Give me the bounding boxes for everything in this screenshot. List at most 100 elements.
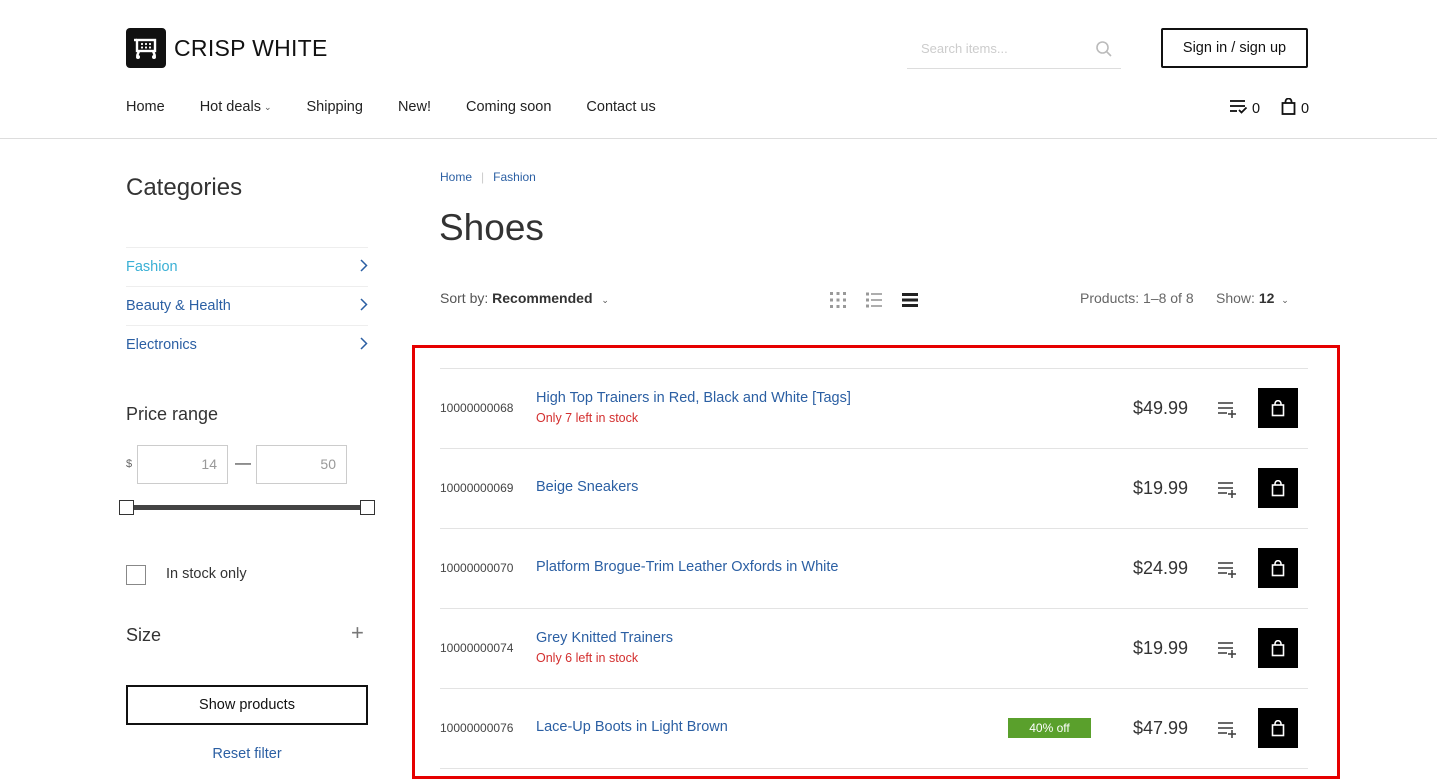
product-name-link[interactable]: High Top Trainers in Red, Black and Whit… xyxy=(536,390,851,406)
chevron-right-icon xyxy=(360,337,368,353)
page-title: Shoes xyxy=(439,207,544,248)
grid-view-icon[interactable] xyxy=(829,291,847,309)
add-to-wishlist-icon[interactable] xyxy=(1217,639,1237,659)
product-sku: 10000000074 xyxy=(440,641,514,655)
product-row: 10000000068 High Top Trainers in Red, Bl… xyxy=(440,369,1308,449)
shopping-bag-icon xyxy=(1271,639,1285,656)
product-name-link[interactable]: Platform Brogue-Trim Leather Oxfords in … xyxy=(536,559,838,575)
category-label: Fashion xyxy=(126,259,178,275)
nav-shipping[interactable]: Shipping xyxy=(307,99,363,115)
price-slider-track[interactable] xyxy=(126,505,367,510)
wishlist-link[interactable]: 0 xyxy=(1229,98,1260,119)
product-row: 10000000070 Platform Brogue-Trim Leather… xyxy=(440,529,1308,609)
add-to-cart-button[interactable] xyxy=(1258,628,1298,668)
product-list: 10000000068 High Top Trainers in Red, Bl… xyxy=(440,368,1308,769)
add-to-cart-button[interactable] xyxy=(1258,548,1298,588)
category-electronics[interactable]: Electronics xyxy=(126,325,368,364)
breadcrumb: Home | Fashion xyxy=(440,170,536,184)
in-stock-label[interactable]: In stock only xyxy=(166,566,247,582)
add-to-wishlist-icon[interactable] xyxy=(1217,479,1237,499)
category-beauty-health[interactable]: Beauty & Health xyxy=(126,286,368,325)
add-to-cart-button[interactable] xyxy=(1258,388,1298,428)
product-sku: 10000000070 xyxy=(440,561,514,575)
product-row: 10000000076 Lace-Up Boots in Light Brown… xyxy=(440,689,1308,769)
page-size-prefix: Show: xyxy=(1216,290,1255,306)
product-sku: 10000000069 xyxy=(440,481,514,495)
product-name-link[interactable]: Lace-Up Boots in Light Brown xyxy=(536,719,728,735)
price-separator: — xyxy=(235,455,251,472)
brand-name: CRISP WHITE xyxy=(174,34,328,61)
categories-title: Categories xyxy=(126,174,243,201)
search-box xyxy=(907,28,1121,69)
show-products-button[interactable]: Show products xyxy=(126,685,368,725)
size-filter-title[interactable]: Size xyxy=(126,625,161,646)
search-icon[interactable] xyxy=(1095,40,1113,63)
breadcrumb-separator: | xyxy=(481,170,485,184)
list-view-icon[interactable] xyxy=(865,291,883,309)
chevron-down-icon: ⌄ xyxy=(1281,295,1289,305)
wishlist-count: 0 xyxy=(1252,100,1261,117)
product-row: 10000000069 Beige Sneakers $19.99 xyxy=(440,449,1308,529)
add-to-cart-button[interactable] xyxy=(1258,708,1298,748)
product-price: $47.99 xyxy=(1132,718,1188,738)
compact-list-view-icon[interactable] xyxy=(901,291,919,309)
breadcrumb-home[interactable]: Home xyxy=(440,170,472,184)
chevron-down-icon: ⌄ xyxy=(601,295,609,305)
stock-warning: Only 7 left in stock xyxy=(536,411,639,425)
shopping-bag-icon xyxy=(1281,97,1296,119)
category-fashion[interactable]: Fashion xyxy=(126,247,368,286)
cart-count: 0 xyxy=(1301,100,1310,117)
main-nav: Home Hot deals ⌄ Shipping New! Coming so… xyxy=(126,99,691,115)
sort-value: Recommended xyxy=(492,290,593,306)
signin-button[interactable]: Sign in / sign up xyxy=(1161,28,1308,68)
products-count: Products: 1–8 of 8 xyxy=(1080,290,1194,306)
breadcrumb-fashion[interactable]: Fashion xyxy=(493,170,536,184)
price-slider-min-handle[interactable] xyxy=(119,500,134,515)
chevron-right-icon xyxy=(360,259,368,275)
price-min-input[interactable]: 14 xyxy=(137,445,228,484)
view-toggle xyxy=(829,291,937,309)
page-size-value: 12 xyxy=(1258,290,1275,306)
add-to-wishlist-icon[interactable] xyxy=(1217,719,1237,739)
chevron-down-icon: ⌄ xyxy=(263,101,272,112)
search-input[interactable] xyxy=(907,40,1087,56)
product-price: $19.99 xyxy=(1132,638,1188,658)
product-name-link[interactable]: Grey Knitted Trainers xyxy=(536,630,673,646)
sort-prefix: Sort by: xyxy=(440,290,489,306)
product-name-link[interactable]: Beige Sneakers xyxy=(536,479,638,495)
product-price: $24.99 xyxy=(1132,558,1188,578)
product-price: $19.99 xyxy=(1132,478,1188,498)
category-label: Electronics xyxy=(126,337,197,353)
currency-symbol: $ xyxy=(126,458,133,470)
page-size-dropdown[interactable]: Show: 12 ⌄ xyxy=(1216,290,1289,306)
nav-home[interactable]: Home xyxy=(126,99,165,115)
nav-new[interactable]: New! xyxy=(398,99,431,115)
plus-icon[interactable]: + xyxy=(351,620,364,646)
header-divider xyxy=(0,138,1437,139)
price-slider-max-handle[interactable] xyxy=(360,500,375,515)
shopping-bag-icon xyxy=(1271,719,1285,736)
logo[interactable]: CRISP WHITE xyxy=(126,28,328,68)
add-to-wishlist-icon[interactable] xyxy=(1217,559,1237,579)
nav-hot-deals-label: Hot deals xyxy=(199,99,261,115)
add-to-wishlist-icon[interactable] xyxy=(1217,399,1237,419)
wishlist-icon xyxy=(1229,98,1248,119)
reset-filter-link[interactable]: Reset filter xyxy=(126,746,368,762)
cart-logo-icon xyxy=(126,28,166,68)
nav-coming-soon[interactable]: Coming soon xyxy=(466,99,551,115)
shopping-bag-icon xyxy=(1271,479,1285,496)
stock-warning: Only 6 left in stock xyxy=(536,651,639,665)
nav-hot-deals[interactable]: Hot deals ⌄ xyxy=(200,99,272,115)
in-stock-checkbox[interactable] xyxy=(126,565,146,585)
product-price: $49.99 xyxy=(1132,398,1188,418)
price-max-input[interactable]: 50 xyxy=(256,445,347,484)
add-to-cart-button[interactable] xyxy=(1258,468,1298,508)
sort-dropdown[interactable]: Sort by: Recommended ⌄ xyxy=(440,290,609,306)
shopping-bag-icon xyxy=(1271,559,1285,576)
shopping-bag-icon xyxy=(1271,399,1285,416)
product-row: 10000000074 Grey Knitted Trainers Only 6… xyxy=(440,609,1308,689)
nav-contact-us[interactable]: Contact us xyxy=(586,99,655,115)
price-range-title: Price range xyxy=(126,404,219,424)
cart-link[interactable]: 0 xyxy=(1281,97,1310,119)
category-label: Beauty & Health xyxy=(126,298,231,314)
